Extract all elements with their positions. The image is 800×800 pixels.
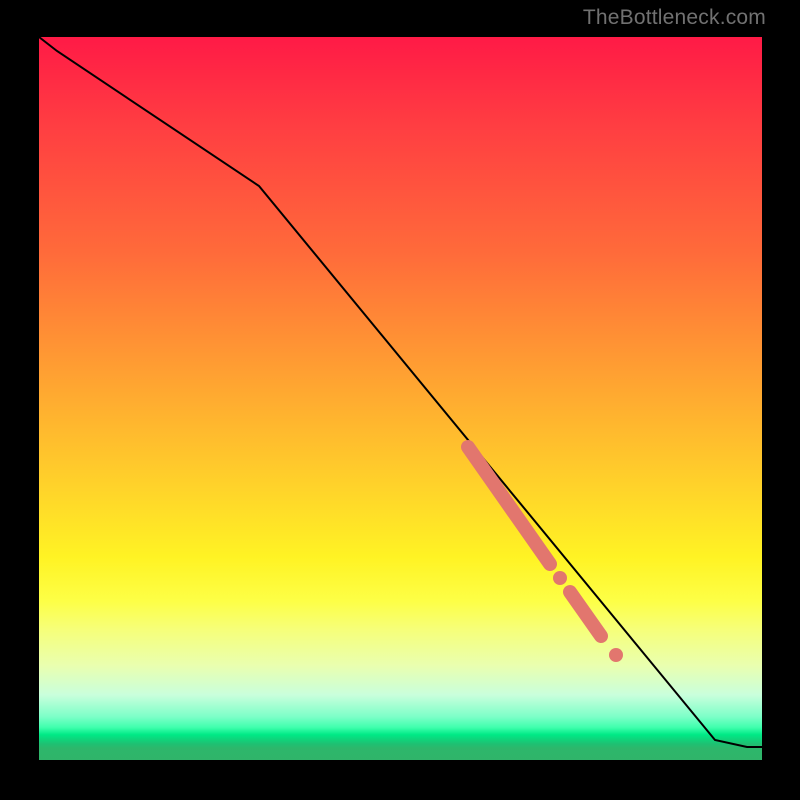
curve-line [39,37,762,747]
plot-area [39,37,762,760]
marker-long-segment [468,447,550,564]
marker-mid-segment [570,592,601,636]
credit-text: TheBottleneck.com [583,6,766,30]
chart-frame: TheBottleneck.com [0,0,800,800]
marker-dot-upper [553,571,567,585]
marker-dot-lower [609,648,623,662]
chart-svg [39,37,762,760]
